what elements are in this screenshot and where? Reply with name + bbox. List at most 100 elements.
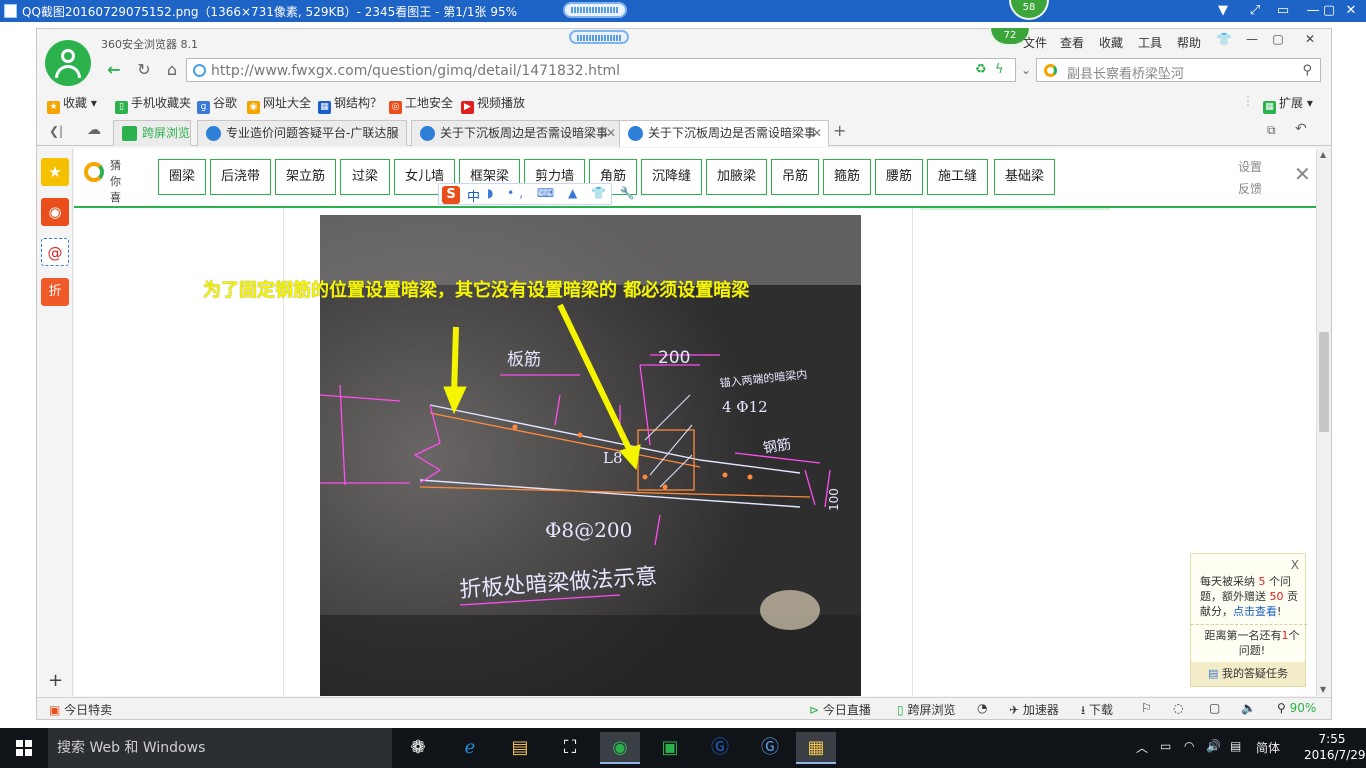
action-center-icon[interactable]: ▤ — [1230, 739, 1241, 753]
tag-button[interactable]: 过梁 — [340, 159, 390, 195]
360-browser-taskbar-icon[interactable]: ◉ — [600, 732, 640, 764]
scroll-thumb[interactable] — [1319, 332, 1329, 432]
search-engine-icon[interactable] — [1044, 64, 1057, 77]
scroll-up-icon[interactable]: ▲ — [1320, 150, 1326, 159]
image-viewer-taskbar-icon[interactable]: ▦ — [796, 732, 836, 764]
viewer-dropdown-button[interactable]: ▼ — [1208, 0, 1238, 22]
ime-toolbar[interactable]: S 中 ◗ •, ⌨ ▲ 👕 🔧 — [438, 183, 635, 205]
search-icon[interactable]: ⚲ — [1302, 63, 1312, 78]
close-button[interactable]: ✕ — [1298, 30, 1322, 48]
store-icon[interactable]: ⛶ — [550, 732, 590, 764]
task-view-link[interactable]: 点击查看 — [1233, 605, 1277, 618]
tab-list-icon[interactable]: ⧉ — [1267, 123, 1276, 138]
file-explorer-icon[interactable]: ▤ — [500, 732, 540, 764]
live-link[interactable]: ⊳ 今日直播 — [809, 701, 871, 718]
fav-sites[interactable]: ◉ 网址大全 — [247, 94, 311, 114]
my-task-button[interactable]: ▤ 我的答疑任务 — [1191, 662, 1305, 686]
speaker-icon[interactable]: 🔊 — [1206, 739, 1221, 753]
refresh-icon[interactable]: ↻ — [133, 60, 155, 82]
video-app-icon[interactable]: ▣ — [650, 732, 690, 764]
favorites-star-icon[interactable]: ★ — [41, 158, 69, 186]
g-app-2-icon[interactable]: Ⓖ — [750, 732, 790, 764]
page-scrollbar[interactable]: ▲ ▼ — [1316, 150, 1331, 696]
edge-icon[interactable]: ℯ — [450, 732, 490, 764]
g-app-icon[interactable]: Ⓖ — [700, 732, 740, 764]
daily-deal-link[interactable]: ▣ 今日特卖 — [49, 701, 112, 718]
recycle-icon[interactable]: ♻ — [975, 62, 987, 77]
tagbar-settings-link[interactable]: 设置 反馈 — [1238, 156, 1262, 200]
tag-button[interactable]: 基础梁 — [994, 159, 1055, 195]
network-device-icon[interactable]: ▭ — [1160, 739, 1171, 753]
tab-glodon[interactable]: 专业造价问题答疑平台-广联达服 ✕ — [197, 120, 407, 146]
tag-button[interactable]: 圈梁 — [158, 159, 206, 195]
add-sidebar-icon[interactable]: + — [48, 670, 63, 691]
cloud-icon[interactable]: ☁ — [87, 122, 101, 138]
sogou-logo-icon[interactable]: S — [442, 186, 460, 204]
home-icon[interactable]: ⌂ — [161, 60, 183, 82]
maximize-button[interactable]: ▢ — [1266, 30, 1290, 48]
tag-button[interactable]: 沉降缝 — [641, 159, 702, 195]
window-icon[interactable]: ▢ — [1209, 701, 1220, 715]
fav-favorites[interactable]: ★ 收藏 ▾ — [47, 94, 97, 114]
clean-icon[interactable]: ◌ — [1173, 701, 1183, 715]
accelerator-link[interactable]: ✈ 加速器 — [1009, 701, 1059, 718]
search-box[interactable]: 副县长察看桥梁坠河 ⚲ — [1036, 58, 1321, 82]
zoom-control[interactable]: ⚲ 90% — [1277, 701, 1316, 715]
stats-icon[interactable]: ◔ — [977, 701, 987, 715]
address-dropdown-icon[interactable]: ⌄ — [1015, 60, 1037, 82]
minimize-button[interactable]: — — [1240, 30, 1264, 48]
menu-help[interactable]: 帮助 — [1177, 34, 1201, 51]
back-icon[interactable]: ← — [103, 60, 125, 82]
ime-tools[interactable]: ◗ •, ⌨ ▲ 👕 🔧 — [487, 186, 640, 200]
taskbar-search-box[interactable]: 搜索 Web 和 Windows — [48, 728, 392, 768]
new-tab-icon[interactable]: + — [833, 121, 846, 140]
volume-icon[interactable]: 🔈 — [1241, 701, 1256, 715]
task-view-icon[interactable]: ❁ — [398, 732, 438, 764]
more-icon[interactable]: ⋮ — [1242, 94, 1254, 108]
skin-icon[interactable]: 👕 — [1212, 30, 1236, 48]
browser-logo-icon[interactable] — [45, 40, 91, 86]
address-url[interactable]: http://www.fwxgx.com/question/gimq/detai… — [211, 63, 620, 79]
tag-button[interactable]: 腰筋 — [875, 159, 923, 195]
task-close-icon[interactable]: X — [1291, 558, 1299, 572]
mail-icon[interactable]: @ — [41, 238, 69, 266]
fav-video[interactable]: ▶ 视频播放 — [461, 94, 525, 114]
discount-icon[interactable]: 折 — [41, 278, 69, 306]
cross-screen-link[interactable]: ▯ 跨屏浏览 — [897, 701, 955, 718]
viewer-close-button[interactable]: ✕ — [1336, 0, 1366, 22]
taskbar-clock[interactable]: 7:55 2016/7/29 — [1304, 731, 1366, 763]
fav-safety[interactable]: ◎ 工地安全 — [389, 94, 453, 114]
viewer-fullscreen-button[interactable]: ⤢ — [1240, 0, 1270, 22]
menu-view[interactable]: 查看 — [1060, 34, 1084, 51]
ime-mode-toggle[interactable]: 中 — [467, 186, 480, 205]
download-link[interactable]: ⭳ 下载 — [1081, 701, 1113, 722]
search-input[interactable]: 副县长察看桥梁坠河 — [1067, 63, 1184, 82]
menu-tools[interactable]: 工具 — [1138, 34, 1162, 51]
tray-expand-icon[interactable]: ︿ — [1136, 739, 1148, 756]
reader-icon[interactable]: ⚐ — [1141, 701, 1152, 715]
tab-question-1[interactable]: 关于下沉板周边是否需设暗梁事 ✕ — [411, 120, 623, 146]
undo-close-icon[interactable]: ↶ — [1295, 121, 1307, 137]
fav-google[interactable]: g 谷歌 — [197, 94, 237, 114]
tag-button[interactable]: 加腋梁 — [706, 159, 767, 195]
fav-mobile[interactable]: ▯ 手机收藏夹 — [115, 94, 191, 114]
lightning-icon[interactable]: ϟ — [995, 62, 1004, 77]
start-button[interactable] — [0, 728, 48, 768]
tag-button[interactable]: 箍筋 — [823, 159, 871, 195]
address-bar[interactable]: http://www.fwxgx.com/question/gimq/detai… — [186, 58, 1016, 82]
weibo-icon[interactable]: ◉ — [41, 198, 69, 226]
tag-button[interactable]: 施工缝 — [927, 159, 988, 195]
extensions-button[interactable]: ▦ 扩展 ▾ — [1263, 94, 1313, 114]
fav-steel[interactable]: ▦ 钢结构？ — [318, 94, 382, 114]
tagbar-close-icon[interactable]: ✕ — [1294, 162, 1311, 186]
wifi-icon[interactable]: ◠ — [1184, 739, 1194, 753]
menu-favorites[interactable]: 收藏 — [1099, 34, 1123, 51]
viewer-mini-button[interactable]: ▭ — [1268, 0, 1298, 22]
tag-button[interactable]: 吊筋 — [771, 159, 819, 195]
tab-scroll-left-icon[interactable]: ❮| — [49, 124, 63, 138]
tag-button[interactable]: 后浇带 — [210, 159, 271, 195]
menu-file[interactable]: 文件 — [1023, 34, 1047, 51]
tab-question-active[interactable]: 关于下沉板周边是否需设暗梁事 ✕ — [619, 120, 829, 147]
tab-cross-screen[interactable]: 跨屏浏览 — [113, 120, 191, 146]
tag-button[interactable]: 架立筋 — [275, 159, 336, 195]
